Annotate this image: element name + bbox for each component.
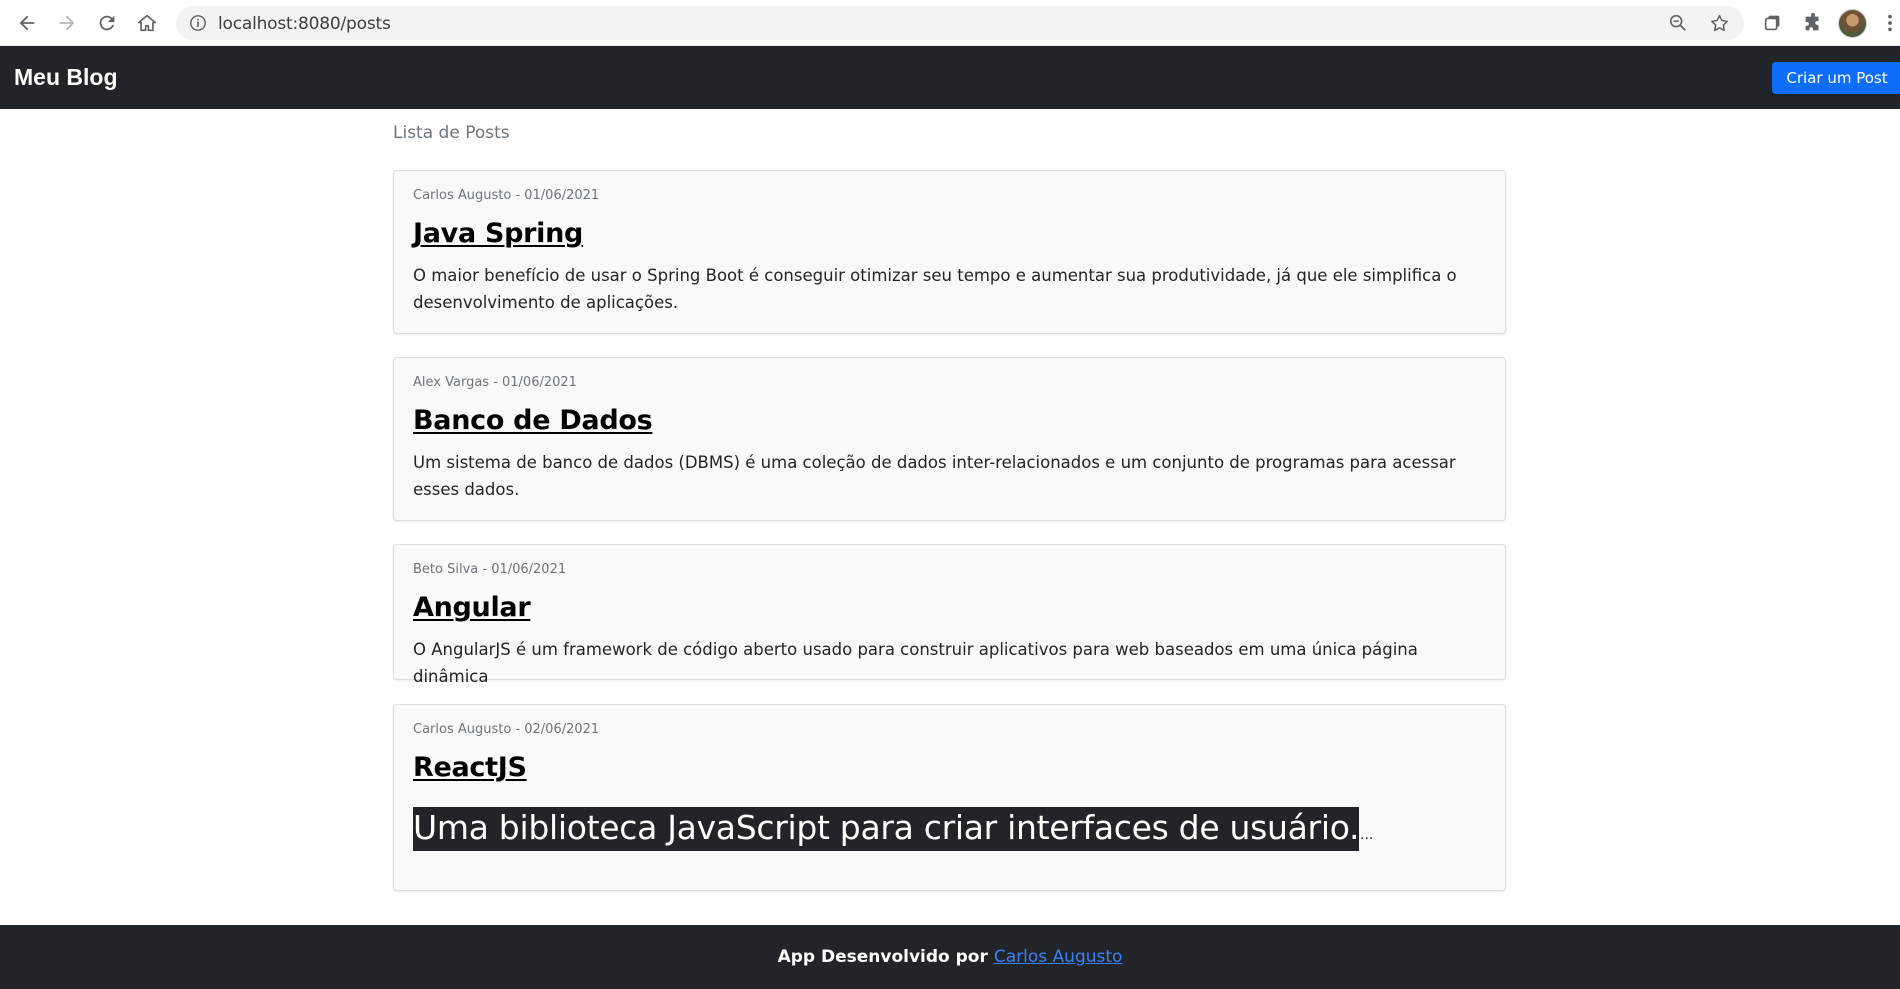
post-excerpt: O maior benefício de usar o Spring Boot …: [413, 266, 1457, 312]
address-bar[interactable]: localhost:8080/posts: [176, 6, 1744, 40]
footer-text: App Desenvolvido por: [777, 947, 988, 967]
post-excerpt-selected: Uma biblioteca JavaScript para criar int…: [413, 807, 1360, 851]
post-meta: Carlos Augusto - 01/06/2021: [413, 188, 600, 203]
kebab-menu-icon[interactable]: [1881, 9, 1899, 37]
profile-avatar[interactable]: [1838, 9, 1867, 38]
post-title-link[interactable]: Banco de Dados: [413, 405, 653, 436]
brand-logo[interactable]: Meu Blog: [14, 64, 118, 91]
browser-toolbar: localhost:8080/posts: [0, 0, 1900, 46]
post-title-link[interactable]: Java Spring: [413, 218, 583, 249]
footer: App Desenvolvido por Carlos Augusto: [0, 925, 1900, 989]
post-title-link[interactable]: Angular: [413, 592, 531, 623]
post-card: Carlos Augusto - 02/06/2021 ReactJS Uma …: [393, 704, 1506, 891]
navbar: Meu Blog Criar um Post: [0, 46, 1900, 109]
back-button[interactable]: [13, 9, 41, 37]
page-title: Lista de Posts: [393, 123, 510, 143]
post-excerpt: O AngularJS é um framework de código abe…: [413, 640, 1418, 686]
puzzle-icon[interactable]: [1799, 9, 1827, 37]
post-excerpt: Um sistema de banco de dados (DBMS) é um…: [413, 453, 1456, 499]
home-button[interactable]: [133, 9, 161, 37]
tab-search-icon[interactable]: [1759, 9, 1787, 37]
post-card: Carlos Augusto - 01/06/2021 Java Spring …: [393, 170, 1506, 334]
forward-button[interactable]: [53, 9, 81, 37]
arrow-right-icon: [59, 15, 75, 31]
arrow-left-icon: [19, 15, 35, 31]
zoom-icon[interactable]: [1667, 12, 1689, 34]
footer-author-link[interactable]: Carlos Augusto: [994, 947, 1123, 967]
posts-page: Lista de Posts Carlos Augusto - 01/06/20…: [0, 109, 1900, 925]
reload-icon: [99, 15, 115, 31]
home-icon: [137, 14, 157, 32]
post-card: Alex Vargas - 01/06/2021 Banco de Dados …: [393, 357, 1506, 521]
star-icon[interactable]: [1708, 12, 1730, 34]
url-text[interactable]: localhost:8080/posts: [218, 14, 391, 34]
post-card: Beto Silva - 01/06/2021 Angular O Angula…: [393, 544, 1506, 686]
post-excerpt-ellipsis: ...: [1360, 827, 1374, 843]
post-meta: Carlos Augusto - 02/06/2021: [413, 722, 600, 737]
info-icon[interactable]: [188, 13, 208, 33]
post-meta: Alex Vargas - 01/06/2021: [413, 375, 577, 390]
post-title-link[interactable]: ReactJS: [413, 752, 527, 783]
create-post-button[interactable]: Criar um Post: [1772, 62, 1900, 94]
reload-button[interactable]: [93, 9, 121, 37]
post-meta: Beto Silva - 01/06/2021: [413, 562, 567, 577]
